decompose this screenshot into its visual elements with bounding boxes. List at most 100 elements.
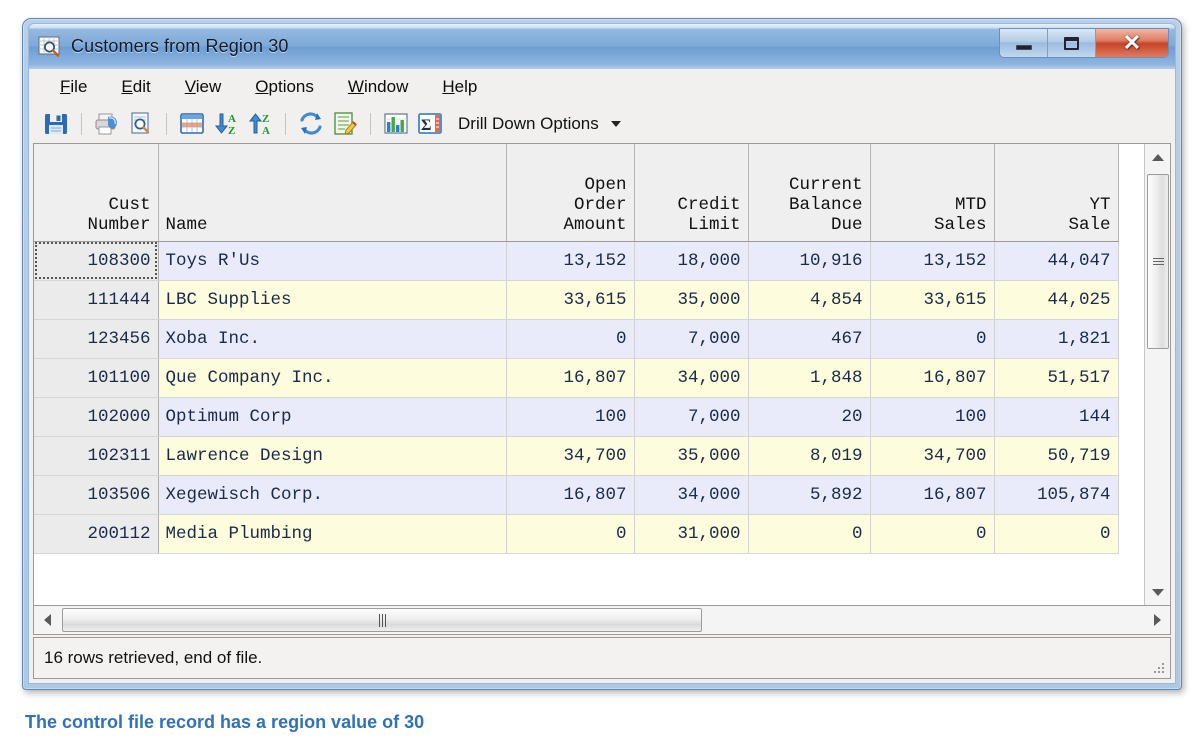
cell-balance_due[interactable]: 8,019 [748, 436, 870, 475]
cell-credit_limit[interactable]: 7,000 [634, 397, 748, 436]
column-header-cust-number[interactable]: Cust Number [34, 144, 158, 241]
horizontal-scrollbar[interactable] [33, 605, 1171, 635]
cell-mtd_sales[interactable]: 33,615 [870, 280, 994, 319]
resize-grip-icon[interactable] [1152, 661, 1166, 675]
column-header-balance-due[interactable]: Current Balance Due [748, 144, 870, 241]
cell-cust_number[interactable]: 111444 [34, 280, 158, 319]
menu-options[interactable]: Options [238, 75, 331, 99]
cell-balance_due[interactable]: 5,892 [748, 475, 870, 514]
column-header-name[interactable]: Name [158, 144, 506, 241]
print-preview-icon[interactable] [125, 109, 157, 139]
menu-help[interactable]: Help [425, 75, 494, 99]
cell-cust_number[interactable]: 102000 [34, 397, 158, 436]
cell-ytd_sales[interactable]: 144 [994, 397, 1118, 436]
cell-mtd_sales[interactable]: 34,700 [870, 436, 994, 475]
cell-credit_limit[interactable]: 31,000 [634, 514, 748, 553]
grid-view-icon[interactable] [176, 109, 208, 139]
save-icon[interactable] [40, 109, 72, 139]
sort-ascending-icon[interactable]: A Z [210, 109, 242, 139]
cell-open_order[interactable]: 0 [506, 319, 634, 358]
table-row[interactable]: 200112Media Plumbing031,000000 [34, 514, 1118, 553]
cell-mtd_sales[interactable]: 16,807 [870, 475, 994, 514]
cell-ytd_sales[interactable]: 105,874 [994, 475, 1118, 514]
cell-name[interactable]: Que Company Inc. [158, 358, 506, 397]
cell-balance_due[interactable]: 4,854 [748, 280, 870, 319]
cell-ytd_sales[interactable]: 44,047 [994, 241, 1118, 280]
cell-credit_limit[interactable]: 35,000 [634, 280, 748, 319]
refresh-icon[interactable] [295, 109, 327, 139]
cell-balance_due[interactable]: 10,916 [748, 241, 870, 280]
cell-cust_number[interactable]: 101100 [34, 358, 158, 397]
table-row[interactable]: 108300Toys R'Us13,15218,00010,91613,1524… [34, 241, 1118, 280]
column-header-mtd-sales[interactable]: MTD Sales [870, 144, 994, 241]
menu-view[interactable]: View [168, 75, 239, 99]
maximize-button[interactable] [1048, 29, 1096, 57]
cell-mtd_sales[interactable]: 0 [870, 319, 994, 358]
table-row[interactable]: 123456Xoba Inc.07,00046701,821 [34, 319, 1118, 358]
menu-file[interactable]: File [43, 75, 104, 99]
cell-open_order[interactable]: 34,700 [506, 436, 634, 475]
close-button[interactable]: ✕ [1096, 29, 1168, 57]
cell-open_order[interactable]: 100 [506, 397, 634, 436]
cell-balance_due[interactable]: 1,848 [748, 358, 870, 397]
cell-ytd_sales[interactable]: 50,719 [994, 436, 1118, 475]
cell-balance_due[interactable]: 20 [748, 397, 870, 436]
cell-cust_number[interactable]: 108300 [34, 241, 158, 280]
scroll-left-icon[interactable] [34, 607, 60, 633]
vertical-scroll-thumb[interactable] [1147, 174, 1169, 349]
cell-open_order[interactable]: 13,152 [506, 241, 634, 280]
horizontal-scroll-thumb[interactable] [62, 608, 702, 632]
print-icon[interactable] [91, 109, 123, 139]
cell-cust_number[interactable]: 103506 [34, 475, 158, 514]
edit-record-icon[interactable] [329, 109, 361, 139]
table-row[interactable]: 102311Lawrence Design34,70035,0008,01934… [34, 436, 1118, 475]
menu-window[interactable]: Window [331, 75, 425, 99]
chart-icon[interactable] [380, 109, 412, 139]
cell-cust_number[interactable]: 123456 [34, 319, 158, 358]
scroll-up-icon[interactable] [1145, 144, 1171, 170]
cell-cust_number[interactable]: 102311 [34, 436, 158, 475]
scroll-down-icon[interactable] [1145, 579, 1171, 605]
table-row[interactable]: 103506Xegewisch Corp.16,80734,0005,89216… [34, 475, 1118, 514]
table-row[interactable]: 101100Que Company Inc.16,80734,0001,8481… [34, 358, 1118, 397]
cell-credit_limit[interactable]: 7,000 [634, 319, 748, 358]
cell-credit_limit[interactable]: 34,000 [634, 475, 748, 514]
cell-balance_due[interactable]: 0 [748, 514, 870, 553]
cell-name[interactable]: Optimum Corp [158, 397, 506, 436]
column-header-ytd-sales[interactable]: YT Sale [994, 144, 1118, 241]
summary-sigma-icon[interactable]: Σ [414, 109, 446, 139]
scroll-right-icon[interactable] [1144, 607, 1170, 633]
minimize-button[interactable] [1000, 29, 1048, 57]
vertical-scrollbar[interactable] [1144, 144, 1170, 605]
cell-open_order[interactable]: 16,807 [506, 358, 634, 397]
cell-name[interactable]: Xegewisch Corp. [158, 475, 506, 514]
cell-name[interactable]: Xoba Inc. [158, 319, 506, 358]
table-row[interactable]: 102000Optimum Corp1007,00020100144 [34, 397, 1118, 436]
cell-mtd_sales[interactable]: 16,807 [870, 358, 994, 397]
cell-balance_due[interactable]: 467 [748, 319, 870, 358]
drill-down-options-label[interactable]: Drill Down Options [458, 114, 599, 134]
cell-credit_limit[interactable]: 18,000 [634, 241, 748, 280]
cell-mtd_sales[interactable]: 100 [870, 397, 994, 436]
cell-ytd_sales[interactable]: 0 [994, 514, 1118, 553]
cell-name[interactable]: LBC Supplies [158, 280, 506, 319]
chevron-down-icon[interactable] [611, 121, 621, 127]
menu-edit[interactable]: Edit [104, 75, 167, 99]
cell-name[interactable]: Media Plumbing [158, 514, 506, 553]
column-header-credit-limit[interactable]: Credit Limit [634, 144, 748, 241]
cell-name[interactable]: Toys R'Us [158, 241, 506, 280]
cell-mtd_sales[interactable]: 0 [870, 514, 994, 553]
cell-mtd_sales[interactable]: 13,152 [870, 241, 994, 280]
cell-credit_limit[interactable]: 34,000 [634, 358, 748, 397]
column-header-open-order[interactable]: Open Order Amount [506, 144, 634, 241]
cell-credit_limit[interactable]: 35,000 [634, 436, 748, 475]
title-bar[interactable]: Customers from Region 30 ✕ [28, 23, 1176, 69]
sort-descending-icon[interactable]: Z A [244, 109, 276, 139]
cell-open_order[interactable]: 16,807 [506, 475, 634, 514]
cell-open_order[interactable]: 0 [506, 514, 634, 553]
cell-ytd_sales[interactable]: 44,025 [994, 280, 1118, 319]
cell-name[interactable]: Lawrence Design [158, 436, 506, 475]
cell-cust_number[interactable]: 200112 [34, 514, 158, 553]
cell-open_order[interactable]: 33,615 [506, 280, 634, 319]
cell-ytd_sales[interactable]: 1,821 [994, 319, 1118, 358]
